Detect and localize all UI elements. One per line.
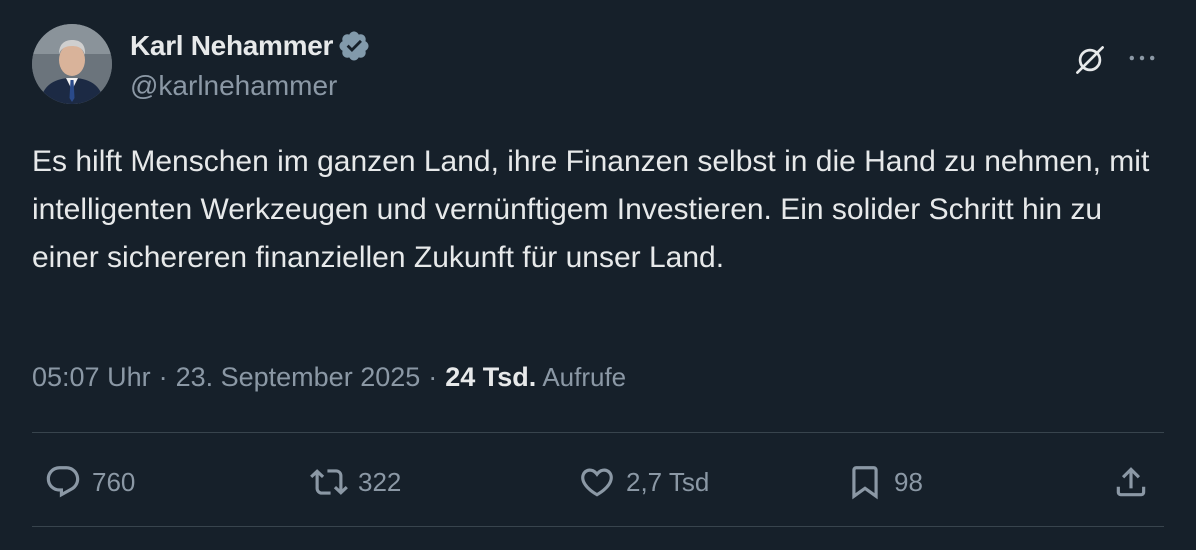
like-button[interactable]: 2,7 Tsd xyxy=(578,440,709,524)
share-icon xyxy=(1116,467,1146,497)
meta-separator: · xyxy=(428,362,438,392)
tweet-time[interactable]: 05:07 Uhr xyxy=(32,362,151,393)
repost-icon xyxy=(310,469,348,495)
grok-button[interactable] xyxy=(1070,40,1110,80)
divider-top xyxy=(32,432,1164,433)
more-options-button[interactable] xyxy=(1122,40,1162,76)
repost-count: 322 xyxy=(358,466,402,497)
author-display-name[interactable]: Karl Nehammer xyxy=(130,30,333,62)
tweet-text: Es hilft Menschen im ganzen Land, ihre F… xyxy=(32,145,1150,274)
meta-separator: · xyxy=(158,362,168,392)
grok-icon xyxy=(1076,46,1104,74)
verified-badge-icon[interactable] xyxy=(337,29,371,63)
avatar[interactable] xyxy=(32,24,112,104)
like-count: 2,7 Tsd xyxy=(626,466,710,497)
tweet-date[interactable]: 23. September 2025 xyxy=(176,362,421,393)
avatar-image xyxy=(32,24,112,104)
author-name-row[interactable]: Karl Nehammer xyxy=(130,28,371,64)
heart-icon xyxy=(581,468,613,497)
divider-bottom xyxy=(32,526,1164,527)
more-icon xyxy=(1129,55,1155,61)
repost-button[interactable]: 322 xyxy=(310,440,401,524)
tweet-meta: 05:07 Uhr · 23. September 2025 · 24 Tsd.… xyxy=(32,362,626,393)
bookmark-button[interactable]: 98 xyxy=(846,440,923,524)
share-button[interactable] xyxy=(1112,440,1150,524)
bookmark-icon xyxy=(852,466,878,500)
bookmark-count: 98 xyxy=(894,466,923,497)
reply-count: 760 xyxy=(92,466,136,497)
reply-button[interactable]: 760 xyxy=(44,440,135,524)
views-label: Aufrufe xyxy=(542,362,627,392)
action-bar: 760 322 2,7 Tsd 98 xyxy=(32,440,1164,524)
author-handle[interactable]: @karlnehammer xyxy=(130,70,337,102)
reply-icon xyxy=(46,466,80,498)
views-count[interactable]: 24 Tsd. xyxy=(445,362,536,393)
